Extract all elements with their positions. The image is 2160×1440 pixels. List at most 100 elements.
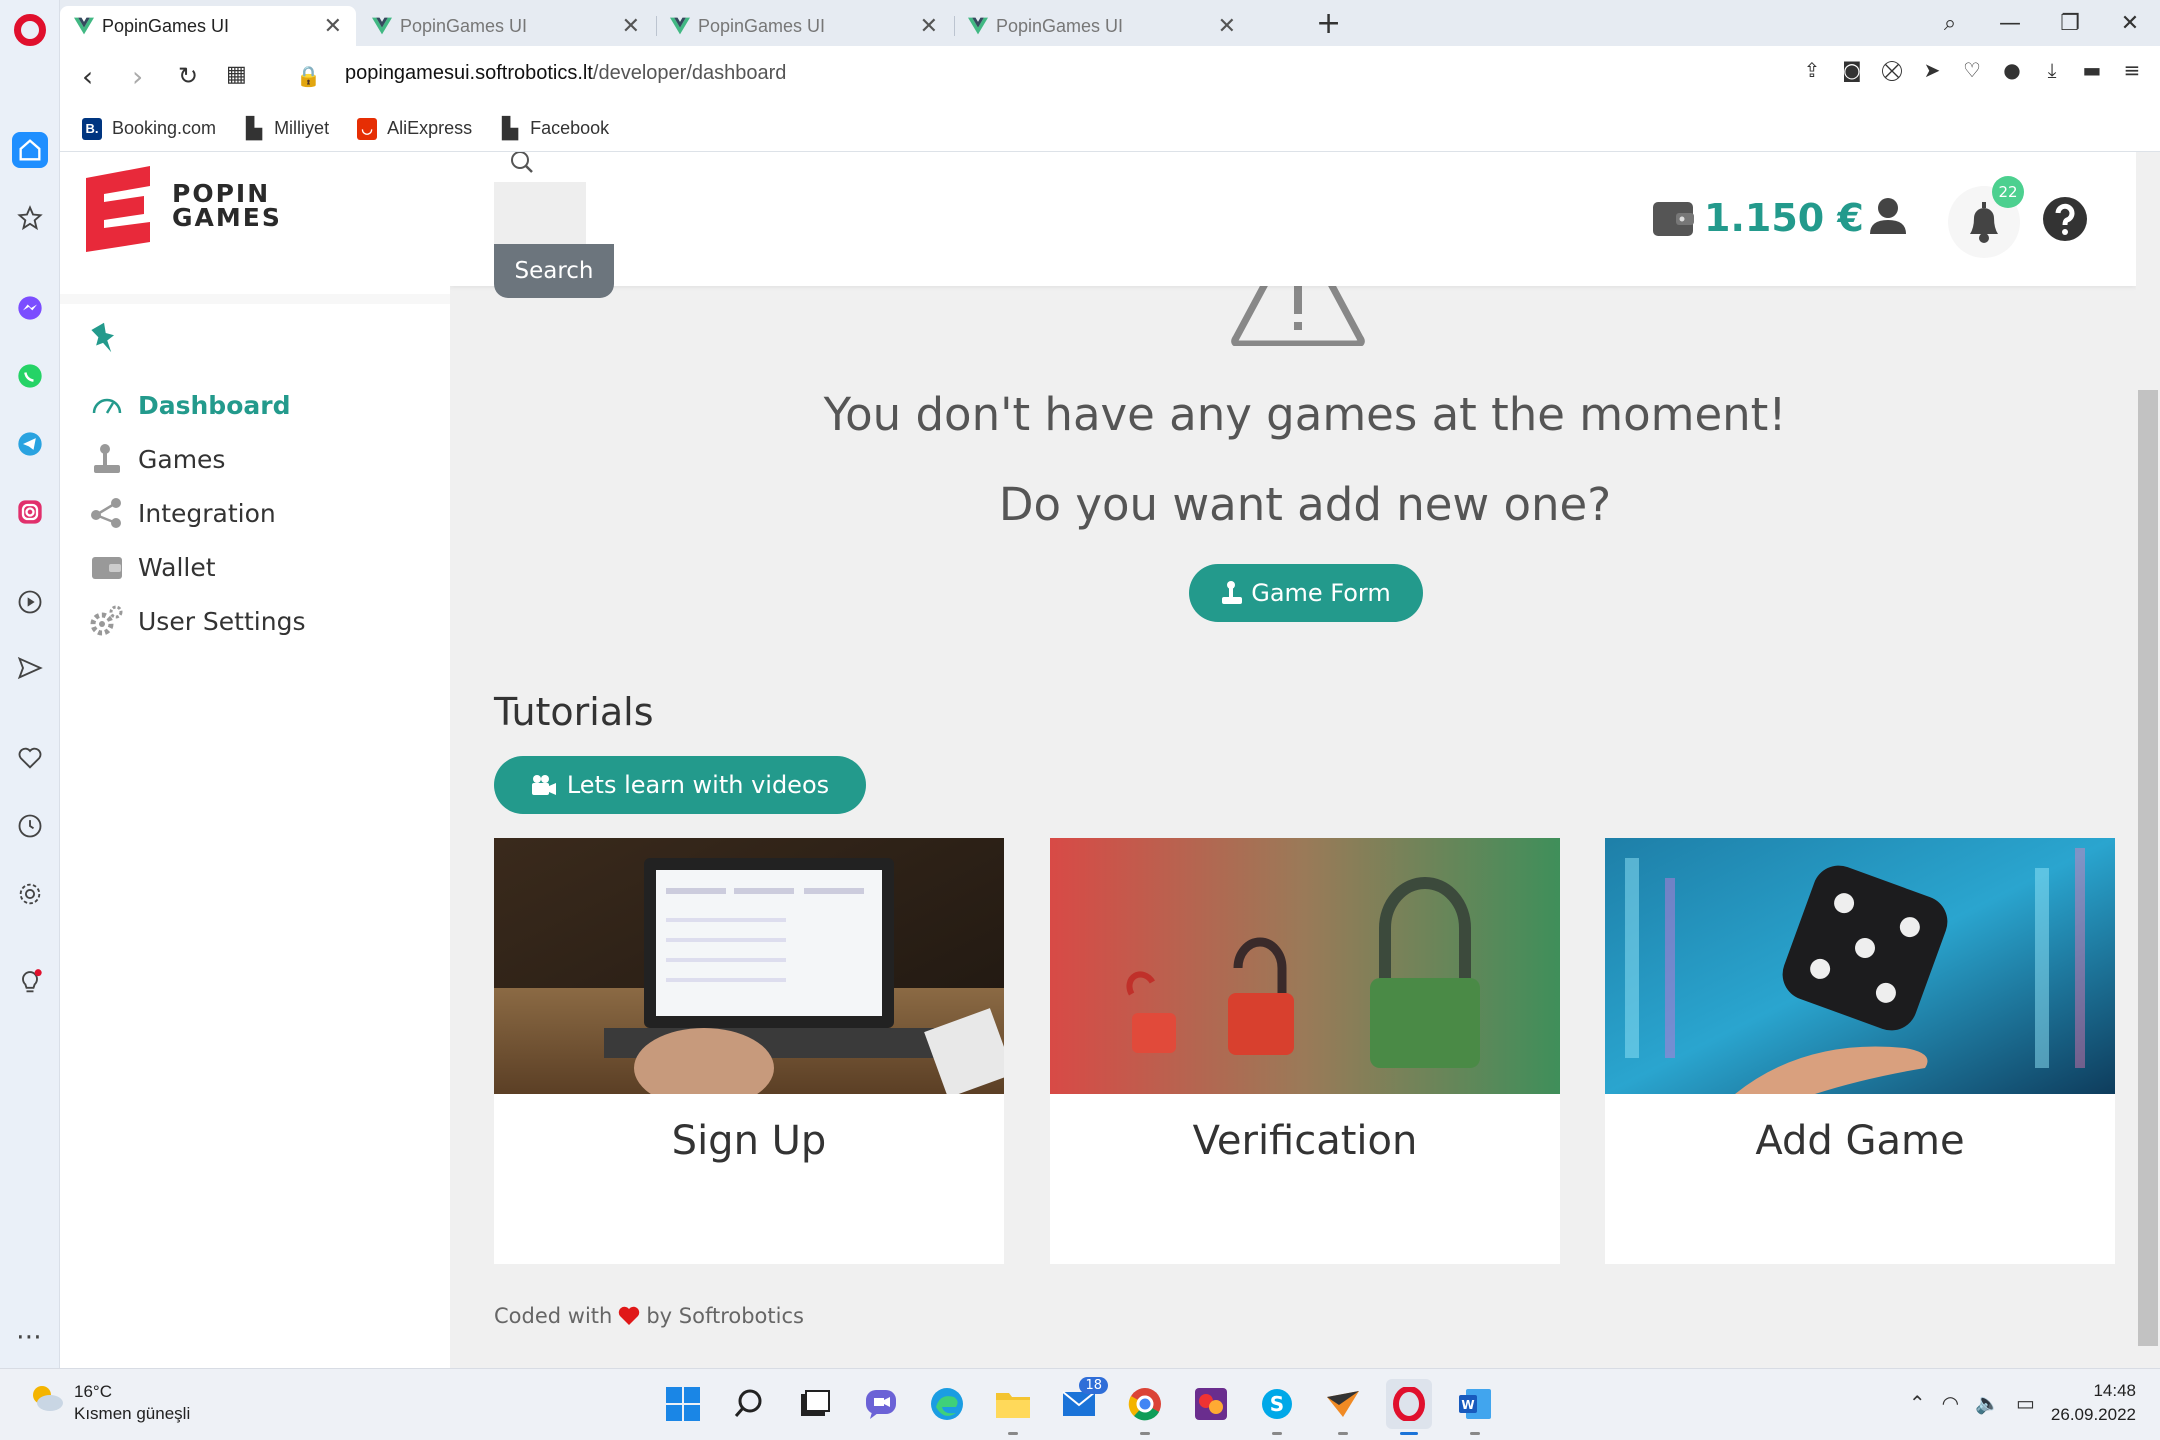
search-button[interactable]: Search [494,244,614,298]
battery-icon[interactable]: ▬ [2080,58,2104,86]
browser-tab[interactable]: PopinGames UI ✕ [656,6,952,46]
task-view-icon[interactable] [792,1379,838,1429]
close-window-button[interactable]: ✕ [2100,11,2160,36]
url-field[interactable]: popingamesui.softrobotics.lt/developer/d… [345,62,786,85]
file-explorer-icon[interactable] [990,1379,1036,1435]
opera-logo[interactable] [14,14,46,46]
sidebar-item-dashboard[interactable]: Dashboard [90,378,305,432]
browser-tab[interactable]: PopinGames UI ✕ [60,6,356,46]
forward-icon[interactable]: › [132,60,143,93]
gears-icon [90,604,124,638]
browser-tab[interactable]: PopinGames UI ✕ [954,6,1250,46]
lightbulb-icon[interactable] [12,964,48,1000]
settings-icon[interactable] [12,876,48,912]
close-icon[interactable]: ✕ [324,14,342,39]
player-icon[interactable] [12,584,48,620]
whatsapp-icon[interactable] [12,358,48,394]
more-icon[interactable]: ⋯ [16,1322,43,1352]
star-icon[interactable] [12,200,48,236]
heart-icon[interactable] [12,740,48,776]
close-icon[interactable]: ✕ [622,14,640,39]
game-app-icon[interactable] [1188,1379,1234,1429]
vue-logo-icon [670,17,690,35]
search-input[interactable] [494,182,586,244]
word-icon[interactable]: W [1452,1379,1498,1435]
bookmark-milliyet[interactable]: ▙ Milliyet [244,118,329,140]
user-icon[interactable] [1868,196,1908,236]
page-icon: ▙ [502,118,518,140]
windows-start-icon[interactable] [660,1379,706,1429]
volume-icon[interactable]: 🔈 [1975,1391,2000,1416]
new-tab-button[interactable]: + [1316,6,1341,41]
game-form-button[interactable]: Game Form [1189,564,1423,622]
easy-setup-icon[interactable]: ≡ [2120,58,2144,86]
bookmarks-bar: B. Booking.com ▙ Milliyet ◡ AliExpress ▙… [60,106,2160,152]
footer: Coded with by Softrobotics [494,1304,804,1328]
brand-logo-icon[interactable] [82,164,154,254]
opera-taskbar-icon[interactable] [1386,1379,1432,1435]
brand-name: POPIN GAMES [172,181,282,230]
download-icon[interactable]: ⤓ [2040,58,2064,86]
bookmark-aliexpress[interactable]: ◡ AliExpress [357,117,472,140]
paper-plane-app-icon[interactable] [1320,1379,1366,1435]
chrome-icon[interactable] [1122,1379,1168,1435]
mail-icon[interactable]: 18 [1056,1377,1108,1429]
bookmark-booking[interactable]: B. Booking.com [82,117,216,140]
sidebar-item-games[interactable]: Games [90,432,305,486]
battery-icon[interactable]: ▭ [2016,1391,2035,1416]
minimize-button[interactable]: — [1980,11,2040,36]
instagram-icon[interactable] [12,494,48,530]
wallet-balance[interactable]: 1.150 € [1652,196,1864,240]
tutorial-card-verification[interactable]: Verification [1050,838,1560,1264]
tutorial-card-signup[interactable]: Sign Up [494,838,1004,1264]
sidebar-item-label: Wallet [138,552,216,582]
restore-button[interactable]: ❐ [2040,11,2100,36]
edge-icon[interactable] [924,1379,970,1429]
weather-widget[interactable]: 16°C Kısmen güneşli [28,1381,190,1425]
search-icon[interactable] [494,152,550,182]
send-icon[interactable] [12,650,48,686]
scrollbar-thumb[interactable] [2138,390,2158,1346]
page-scrollbar[interactable] [2136,152,2160,1368]
clock-date: 26.09.2022 [2050,1405,2136,1424]
telegram-icon[interactable] [12,426,48,462]
wifi-icon[interactable]: ◠ [1942,1391,1959,1416]
system-tray: ⌃ ◠ 🔈 ▭ 14:48 26.09.2022 [1909,1379,2136,1427]
tabs-grid-icon[interactable]: ▦ [226,62,247,87]
home-icon[interactable] [12,132,48,168]
search-tabs-icon[interactable]: ⌕ [1920,11,1980,36]
sidebar-item-integration[interactable]: Integration [90,486,305,540]
close-icon[interactable]: ✕ [920,14,938,39]
heart-icon[interactable]: ♡ [1960,58,1984,86]
weather-desc: Kısmen güneşli [74,1404,191,1423]
tutorial-card-add-game[interactable]: Add Game [1605,838,2115,1264]
clock[interactable]: 14:48 26.09.2022 [2051,1379,2136,1427]
skype-icon[interactable]: S [1254,1379,1300,1435]
help-icon[interactable] [2042,196,2088,242]
share-icon[interactable]: ⇪ [1800,58,1824,86]
card-title: Sign Up [671,1118,827,1164]
pin-icon[interactable] [90,322,120,356]
adblock-icon[interactable]: ⛒ [1880,58,1904,86]
learn-videos-button[interactable]: Lets learn with videos [494,756,866,814]
camera-icon[interactable]: ◙ [1840,58,1864,86]
messenger-icon[interactable] [12,290,48,326]
profile-icon[interactable]: ● [2000,58,2024,86]
aliexpress-icon: ◡ [357,117,378,140]
history-icon[interactable] [12,808,48,844]
browser-tab[interactable]: PopinGames UI ✕ [358,6,654,46]
sidebar-item-user-settings[interactable]: User Settings [90,594,305,648]
running-indicator [1272,1432,1282,1435]
active-indicator [1400,1432,1418,1435]
bookmark-facebook[interactable]: ▙ Facebook [500,118,609,140]
teams-chat-icon[interactable] [858,1379,904,1429]
divider [60,294,450,304]
sidebar-item-wallet[interactable]: Wallet [90,540,305,594]
taskbar-search-icon[interactable] [726,1379,772,1429]
reload-icon[interactable]: ↻ [178,62,198,90]
close-icon[interactable]: ✕ [1218,14,1236,39]
tray-chevron-up-icon[interactable]: ⌃ [1909,1391,1926,1416]
flow-icon[interactable]: ➤ [1920,58,1944,86]
back-icon[interactable]: ‹ [82,60,93,93]
vue-logo-icon [74,17,94,35]
